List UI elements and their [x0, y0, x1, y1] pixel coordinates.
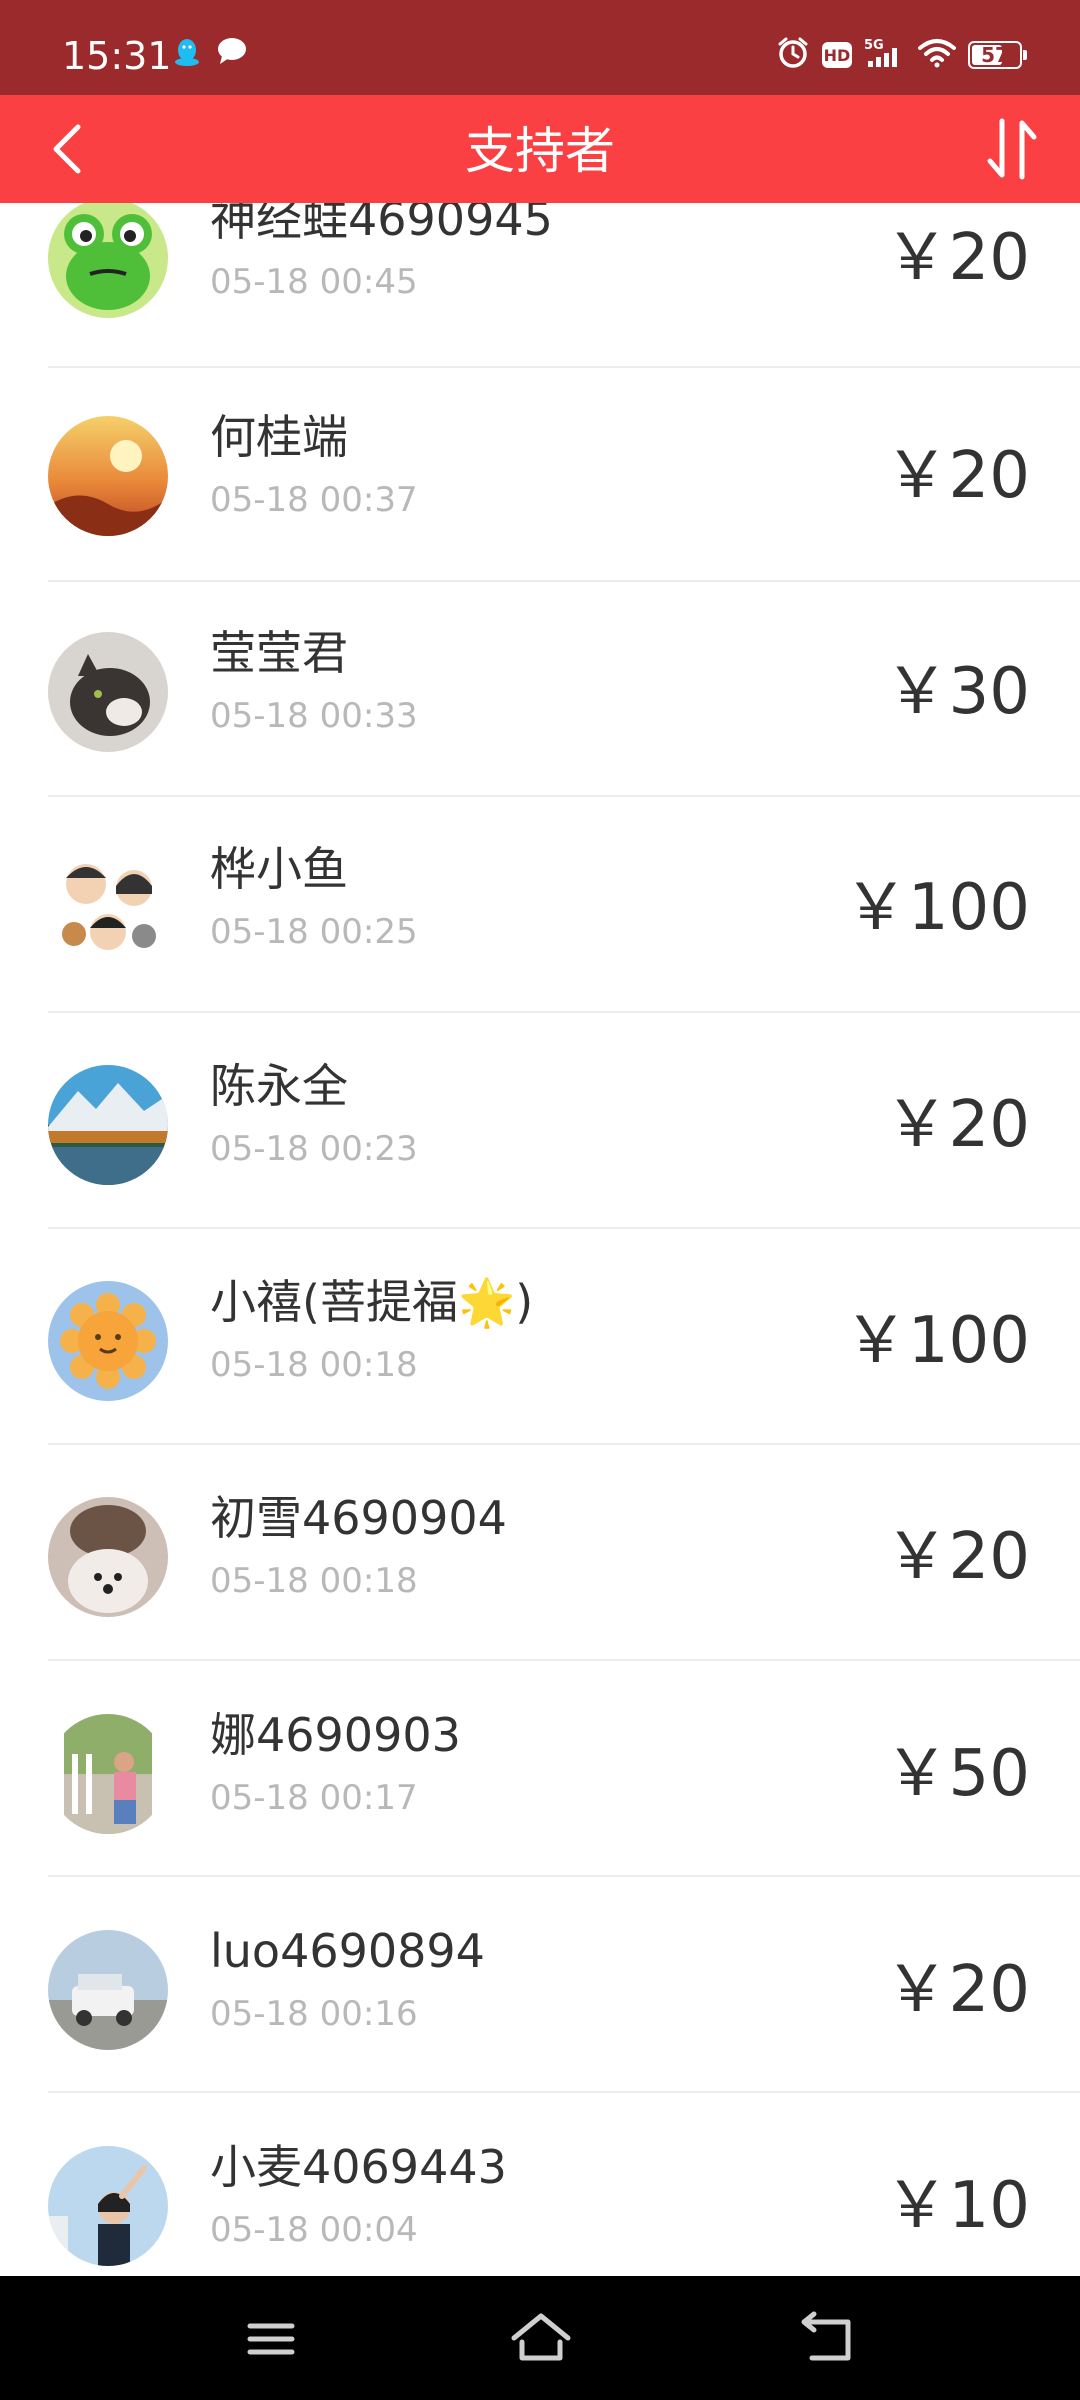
avatar[interactable]	[48, 1714, 168, 1834]
alarm-icon	[776, 36, 810, 74]
supporter-name: 何桂端	[210, 410, 348, 464]
page-title: 支持者	[465, 122, 615, 180]
supporter-name: 神经蛙4690945	[210, 203, 553, 246]
supporter-name: 娜4690903	[210, 1708, 461, 1762]
support-amount: ￥20	[884, 1953, 1030, 2027]
list-item[interactable]: 神经蛙4690945 05-18 00:45 ￥20	[0, 203, 1080, 368]
supporter-name: luo4690894	[210, 1924, 485, 1978]
back-nav-button[interactable]	[792, 2304, 862, 2374]
avatar[interactable]	[48, 1930, 168, 2050]
app-header: 支持者	[0, 95, 1080, 203]
avatar[interactable]	[48, 1065, 168, 1185]
svg-text:5G: 5G	[864, 38, 884, 53]
supporter-name: 初雪4690904	[210, 1491, 507, 1545]
home-icon	[511, 2313, 571, 2361]
supporter-name: 小禧(菩提福🌟)	[210, 1275, 534, 1329]
back-icon	[801, 2311, 851, 2361]
sort-button[interactable]	[974, 111, 1050, 187]
support-time: 05-18 00:18	[210, 1345, 418, 1385]
signal-icon: 5G	[864, 37, 906, 73]
support-time: 05-18 00:37	[210, 480, 418, 520]
status-bar: 15:31 HD 5G 57	[0, 0, 1080, 95]
avatar[interactable]	[48, 2146, 168, 2266]
support-amount: ￥20	[884, 439, 1030, 513]
support-time: 05-18 00:17	[210, 1778, 418, 1818]
home-button[interactable]	[506, 2304, 576, 2374]
screen: 15:31 HD 5G 57 支持者 神经蛙4690945 05-18 00:4…	[0, 0, 1080, 2400]
list-item[interactable]: 娜4690903 05-18 00:17 ￥50	[0, 1661, 1080, 1877]
support-time: 05-18 00:23	[210, 1129, 418, 1169]
qq-icon	[172, 36, 202, 72]
list-item[interactable]: 何桂端 05-18 00:37 ￥20	[0, 368, 1080, 582]
support-time: 05-18 00:18	[210, 1561, 418, 1601]
supporter-name: 陈永全	[210, 1059, 348, 1113]
sort-arrows-icon	[987, 118, 1037, 180]
navigation-bar	[0, 2276, 1080, 2400]
avatar[interactable]	[48, 416, 168, 536]
battery-icon: 57	[968, 41, 1027, 69]
support-time: 05-18 00:33	[210, 696, 418, 736]
list-item[interactable]: 桦小鱼 05-18 00:25 ￥100	[0, 797, 1080, 1013]
hd-icon: HD	[822, 42, 852, 68]
list-item[interactable]: 陈永全 05-18 00:23 ￥20	[0, 1013, 1080, 1229]
menu-icon	[247, 2323, 295, 2355]
support-time: 05-18 00:25	[210, 912, 418, 952]
message-icon	[216, 36, 248, 72]
list-item[interactable]: 小麦4069443 05-18 00:04 ￥10	[0, 2093, 1080, 2276]
support-amount: ￥20	[884, 1088, 1030, 1162]
supporter-name: 桦小鱼	[210, 842, 348, 896]
menu-button[interactable]	[236, 2304, 306, 2374]
list-item[interactable]: luo4690894 05-18 00:16 ￥20	[0, 1877, 1080, 2093]
wifi-icon	[918, 38, 956, 72]
avatar[interactable]	[48, 848, 168, 968]
avatar[interactable]	[48, 632, 168, 752]
support-amount: ￥30	[884, 655, 1030, 729]
support-amount: ￥20	[884, 1520, 1030, 1594]
avatar[interactable]	[48, 1281, 168, 1401]
support-amount: ￥10	[884, 2169, 1030, 2243]
supporter-name: 莹莹君	[210, 626, 348, 680]
support-time: 05-18 00:04	[210, 2210, 418, 2250]
status-time: 15:31	[62, 34, 172, 78]
support-amount: ￥20	[884, 221, 1030, 295]
list-item[interactable]: 小禧(菩提福🌟) 05-18 00:18 ￥100	[0, 1229, 1080, 1445]
support-amount: ￥100	[843, 871, 1030, 945]
list-item[interactable]: 初雪4690904 05-18 00:18 ￥20	[0, 1445, 1080, 1661]
battery-level: 57	[981, 43, 1009, 67]
supporter-name: 小麦4069443	[210, 2140, 507, 2194]
support-amount: ￥50	[884, 1737, 1030, 1811]
avatar[interactable]	[48, 1497, 168, 1617]
support-time: 05-18 00:16	[210, 1994, 418, 2034]
list-item[interactable]: 莹莹君 05-18 00:33 ￥30	[0, 582, 1080, 797]
support-amount: ￥100	[843, 1304, 1030, 1378]
support-time: 05-18 00:45	[210, 262, 418, 302]
avatar[interactable]	[48, 203, 168, 318]
